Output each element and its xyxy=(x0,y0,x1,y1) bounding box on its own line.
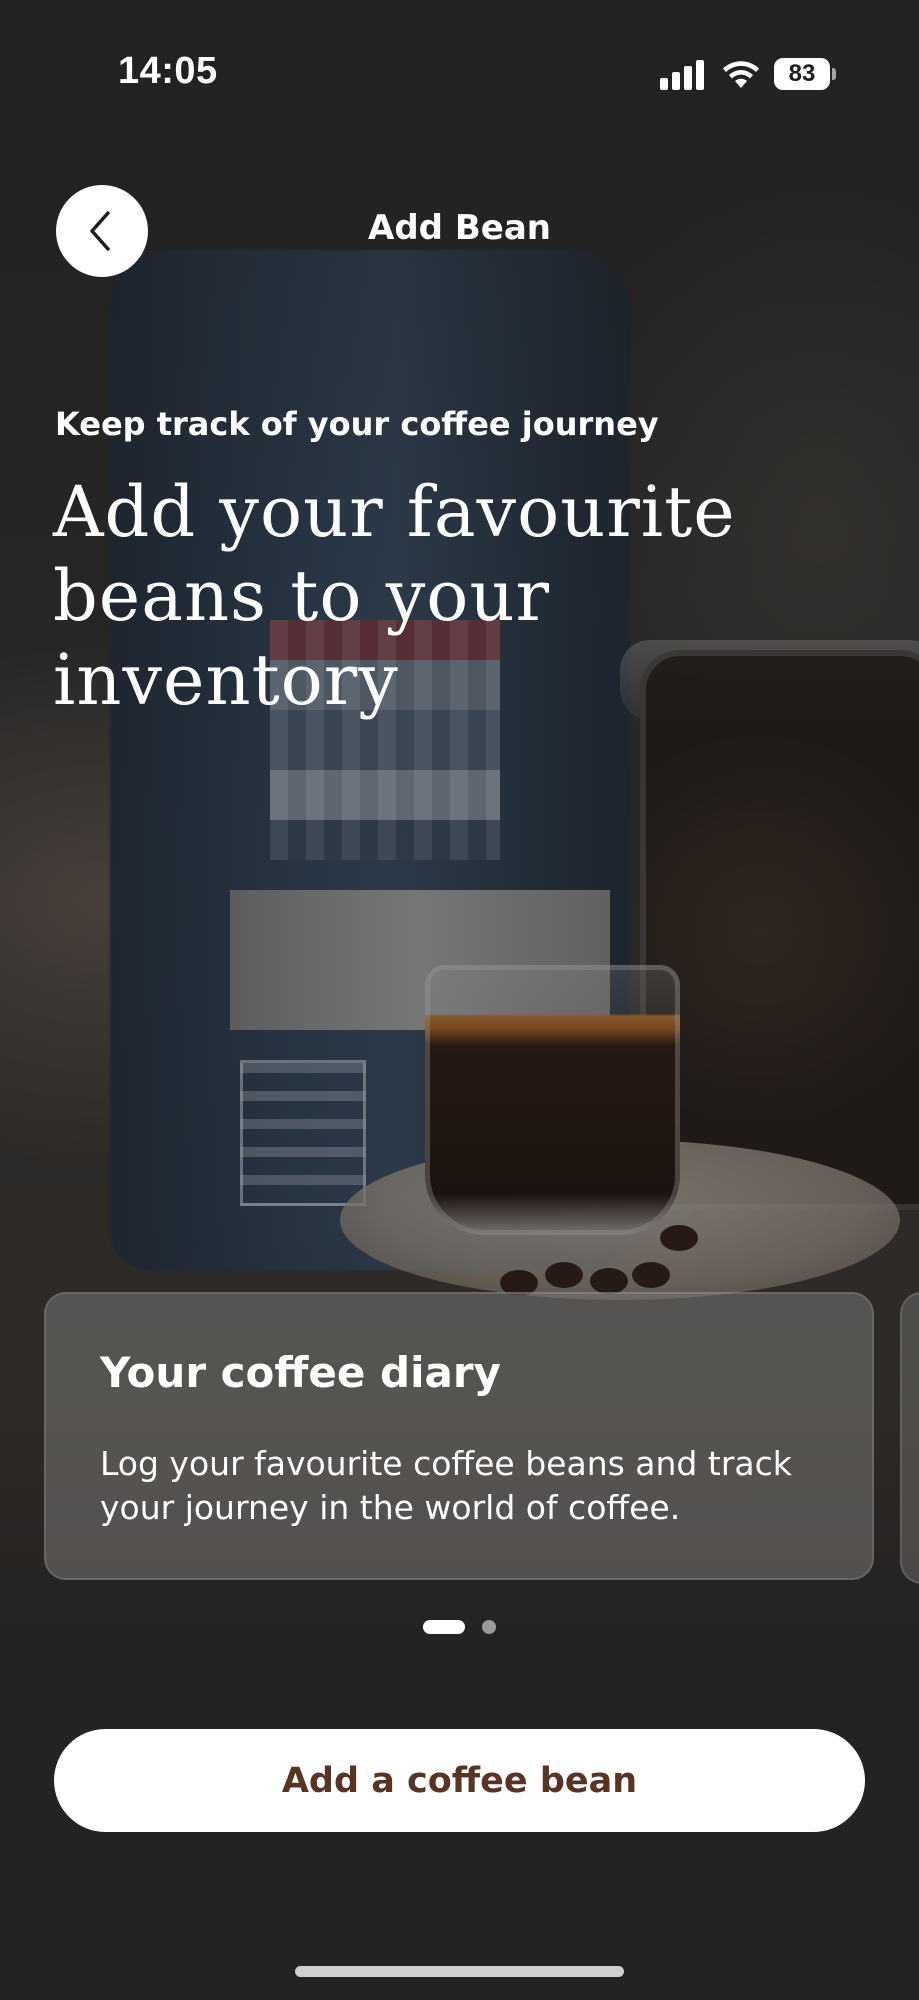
hero-subtitle: Keep track of your coffee journey xyxy=(55,405,659,443)
battery-icon: 83 xyxy=(774,58,830,90)
page-dot[interactable] xyxy=(482,1620,496,1634)
hero-headline: Add your favourite beans to your invento… xyxy=(53,470,893,722)
add-bean-screen: 14:05 83 Add Bean Keep track of your cof… xyxy=(0,0,919,2000)
hero-headline-line-1: Add your favourite xyxy=(53,471,736,553)
feature-card-body-line-1: Log your favourite coffee beans and trac… xyxy=(100,1444,792,1483)
page-title: Add Bean xyxy=(368,208,551,248)
battery-nub xyxy=(832,68,836,80)
carousel-page-indicator xyxy=(0,1620,919,1634)
home-indicator[interactable] xyxy=(295,1966,624,1977)
hero-headline-line-2: beans to your inventory xyxy=(53,555,550,721)
background-photo xyxy=(0,0,919,2000)
feature-card[interactable]: Your coffee diary Log your favourite cof… xyxy=(44,1292,874,1580)
add-coffee-bean-button[interactable]: Add a coffee bean xyxy=(54,1729,865,1832)
feature-card-title: Your coffee diary xyxy=(100,1348,501,1397)
next-feature-card-peek[interactable] xyxy=(900,1292,919,1584)
feature-card-body-line-2: your journey in the world of coffee. xyxy=(100,1488,681,1527)
page-dot-active[interactable] xyxy=(423,1620,465,1634)
wifi-icon xyxy=(722,58,760,90)
status-time: 14:05 xyxy=(118,50,218,92)
battery-level: 83 xyxy=(788,60,816,87)
feature-card-body: Log your favourite coffee beans and trac… xyxy=(100,1442,830,1530)
cellular-signal-icon xyxy=(660,60,706,90)
